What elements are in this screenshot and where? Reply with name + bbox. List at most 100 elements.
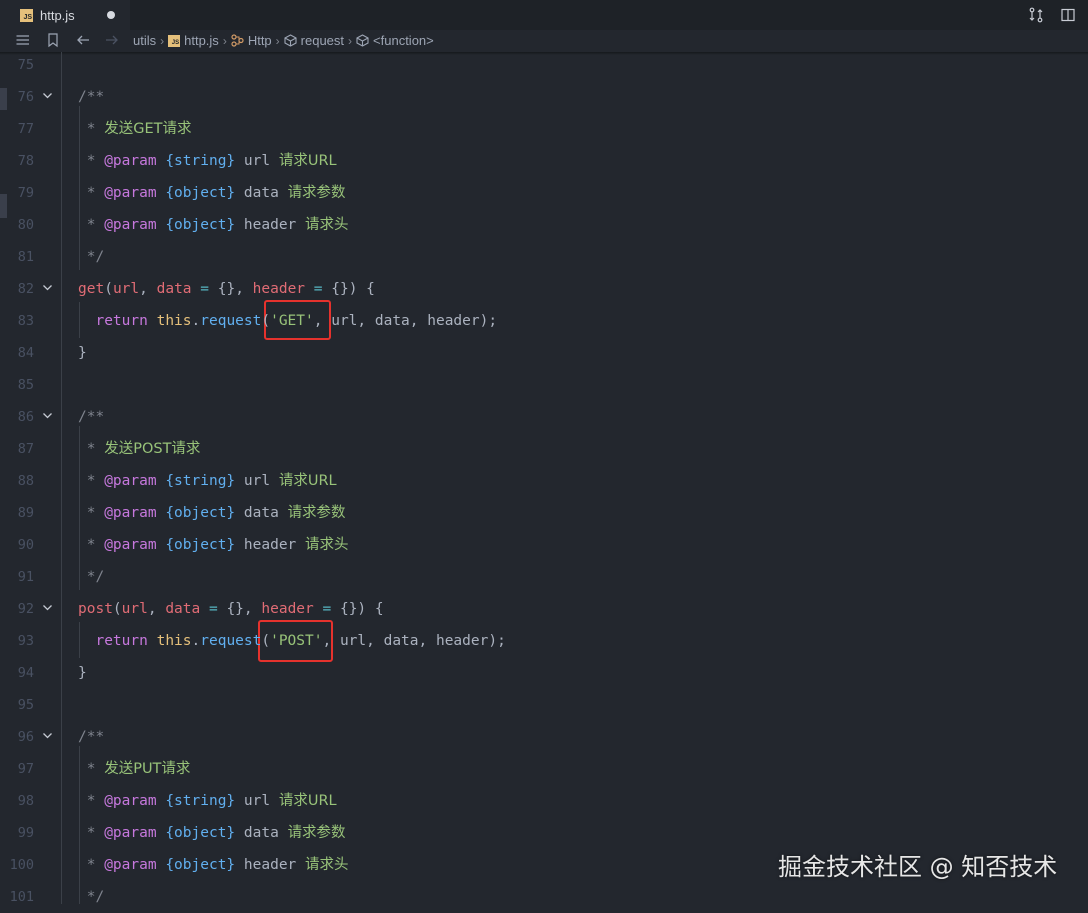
- code-token: @param: [104, 793, 157, 809]
- code-line[interactable]: 92 post(url, data = {}, header = {}) {: [0, 593, 1088, 625]
- code-text: return this.request('POST', url, data, h…: [78, 625, 505, 657]
- code-line[interactable]: 97 * 发送PUT请求: [0, 753, 1088, 785]
- code-editor[interactable]: 75 76/** 77 * 发送GET请求 78 * @param {string} …: [0, 49, 1088, 905]
- code-text: /**: [78, 401, 104, 433]
- code-token: 请求头: [305, 217, 349, 233]
- tab-bar: JS http.js: [0, 0, 1088, 30]
- code-line[interactable]: 82 get(url, data = {}, header = {}) {: [0, 273, 1088, 305]
- code-line[interactable]: 76 /**: [0, 81, 1088, 113]
- line-number: 89: [17, 505, 34, 521]
- fold-chevron-down-icon[interactable]: [40, 721, 54, 751]
- code-token: @param: [104, 825, 157, 841]
- code-token: .: [191, 633, 201, 649]
- code-token: *: [78, 505, 105, 521]
- code-token: post: [78, 601, 113, 617]
- code-text: }: [78, 657, 87, 689]
- code-token: @param: [104, 505, 157, 521]
- code-token: data: [235, 185, 288, 201]
- code-token: */: [78, 889, 105, 905]
- code-token: @param: [104, 153, 157, 169]
- line-number: 85: [17, 377, 34, 393]
- split-editor-icon[interactable]: [1060, 7, 1076, 23]
- code-token: /**: [78, 409, 105, 425]
- breadcrumb-item-http-js[interactable]: http.js: [184, 33, 219, 48]
- code-token: *: [78, 121, 105, 137]
- code-text: * @param {object} header 请求头: [78, 529, 349, 561]
- breadcrumb-item-request[interactable]: request: [301, 33, 344, 48]
- fold-chevron-down-icon[interactable]: [40, 401, 54, 431]
- code-token: return: [95, 313, 148, 329]
- code-token: @param: [104, 185, 157, 201]
- code-token: *: [78, 825, 105, 841]
- line-number: 87: [17, 441, 34, 457]
- code-line[interactable]: 89 * @param {object} data 请求参数: [0, 497, 1088, 529]
- code-line[interactable]: 83 return this.request('GET', url, data,…: [0, 305, 1088, 337]
- breadcrumb-item-http-class[interactable]: Http: [248, 33, 272, 48]
- code-line[interactable]: 86 /**: [0, 401, 1088, 433]
- code-token: 请求头: [305, 857, 349, 873]
- code-token: @param: [104, 857, 157, 873]
- code-line[interactable]: 98 * @param {string} url 请求URL: [0, 785, 1088, 817]
- code-token: *: [78, 793, 105, 809]
- code-token: request: [200, 633, 262, 649]
- code-line[interactable]: 99 * @param {object} data 请求参数: [0, 817, 1088, 849]
- code-token: .: [191, 313, 201, 329]
- code-token: header: [235, 217, 306, 233]
- unsaved-indicator-icon[interactable]: [107, 11, 115, 19]
- code-token: data: [165, 601, 201, 617]
- code-token: 'POST': [270, 633, 323, 649]
- code-token: *: [78, 217, 105, 233]
- code-line[interactable]: 81 */: [0, 241, 1088, 273]
- code-token: {},: [217, 601, 262, 617]
- code-line[interactable]: 87 * 发送POST请求: [0, 433, 1088, 465]
- line-number: 98: [17, 793, 34, 809]
- code-line[interactable]: 96 /**: [0, 721, 1088, 753]
- code-token: data: [235, 505, 288, 521]
- code-line[interactable]: 80 * @param {object} header 请求头: [0, 209, 1088, 241]
- js-file-icon: JS: [168, 34, 181, 47]
- line-number: 100: [9, 857, 34, 873]
- code-line[interactable]: 91 */: [0, 561, 1088, 593]
- code-token: this: [156, 313, 192, 329]
- line-number: 93: [17, 633, 34, 649]
- breadcrumb-item-utils[interactable]: utils: [133, 33, 156, 48]
- code-line[interactable]: 77 * 发送GET请求: [0, 113, 1088, 145]
- breadcrumb-item-function[interactable]: <function>: [373, 33, 434, 48]
- code-line[interactable]: 84}: [0, 337, 1088, 369]
- code-token: url: [235, 473, 279, 489]
- code-line[interactable]: 95: [0, 689, 1088, 721]
- code-token: (: [261, 633, 271, 649]
- method-icon: [284, 34, 297, 47]
- code-line[interactable]: 88 * @param {string} url 请求URL: [0, 465, 1088, 497]
- code-token: 请求头: [305, 537, 349, 553]
- code-line[interactable]: 101 */: [0, 881, 1088, 913]
- code-line[interactable]: 93 return this.request('POST', url, data…: [0, 625, 1088, 657]
- fold-chevron-down-icon[interactable]: [40, 81, 54, 111]
- code-token: @param: [104, 217, 157, 233]
- code-text: * @param {string} url 请求URL: [78, 145, 337, 177]
- code-text: * @param {string} url 请求URL: [78, 465, 337, 497]
- code-line[interactable]: 85: [0, 369, 1088, 401]
- code-line[interactable]: 75: [0, 49, 1088, 81]
- fold-chevron-down-icon[interactable]: [40, 273, 54, 303]
- code-line[interactable]: 90 * @param {object} header 请求头: [0, 529, 1088, 561]
- code-line[interactable]: 79 * @param {object} data 请求参数: [0, 177, 1088, 209]
- line-number: 88: [17, 473, 34, 489]
- code-token: 请求URL: [278, 473, 337, 489]
- tab-http-js[interactable]: JS http.js: [0, 0, 130, 30]
- code-token: @param: [104, 473, 157, 489]
- code-token: 请求参数: [287, 185, 346, 201]
- code-text: /**: [78, 81, 104, 113]
- code-line[interactable]: 94}: [0, 657, 1088, 689]
- code-text: * 发送GET请求: [78, 113, 192, 145]
- line-number: 92: [17, 601, 34, 617]
- line-number: 90: [17, 537, 34, 553]
- code-line[interactable]: 78 * @param {string} url 请求URL: [0, 145, 1088, 177]
- code-token: */: [78, 569, 105, 585]
- source-control-compare-icon[interactable]: [1028, 7, 1044, 23]
- code-token: url: [121, 601, 148, 617]
- chevron-right-icon: ›: [160, 33, 165, 48]
- fold-chevron-down-icon[interactable]: [40, 593, 54, 623]
- line-number: 86: [17, 409, 34, 425]
